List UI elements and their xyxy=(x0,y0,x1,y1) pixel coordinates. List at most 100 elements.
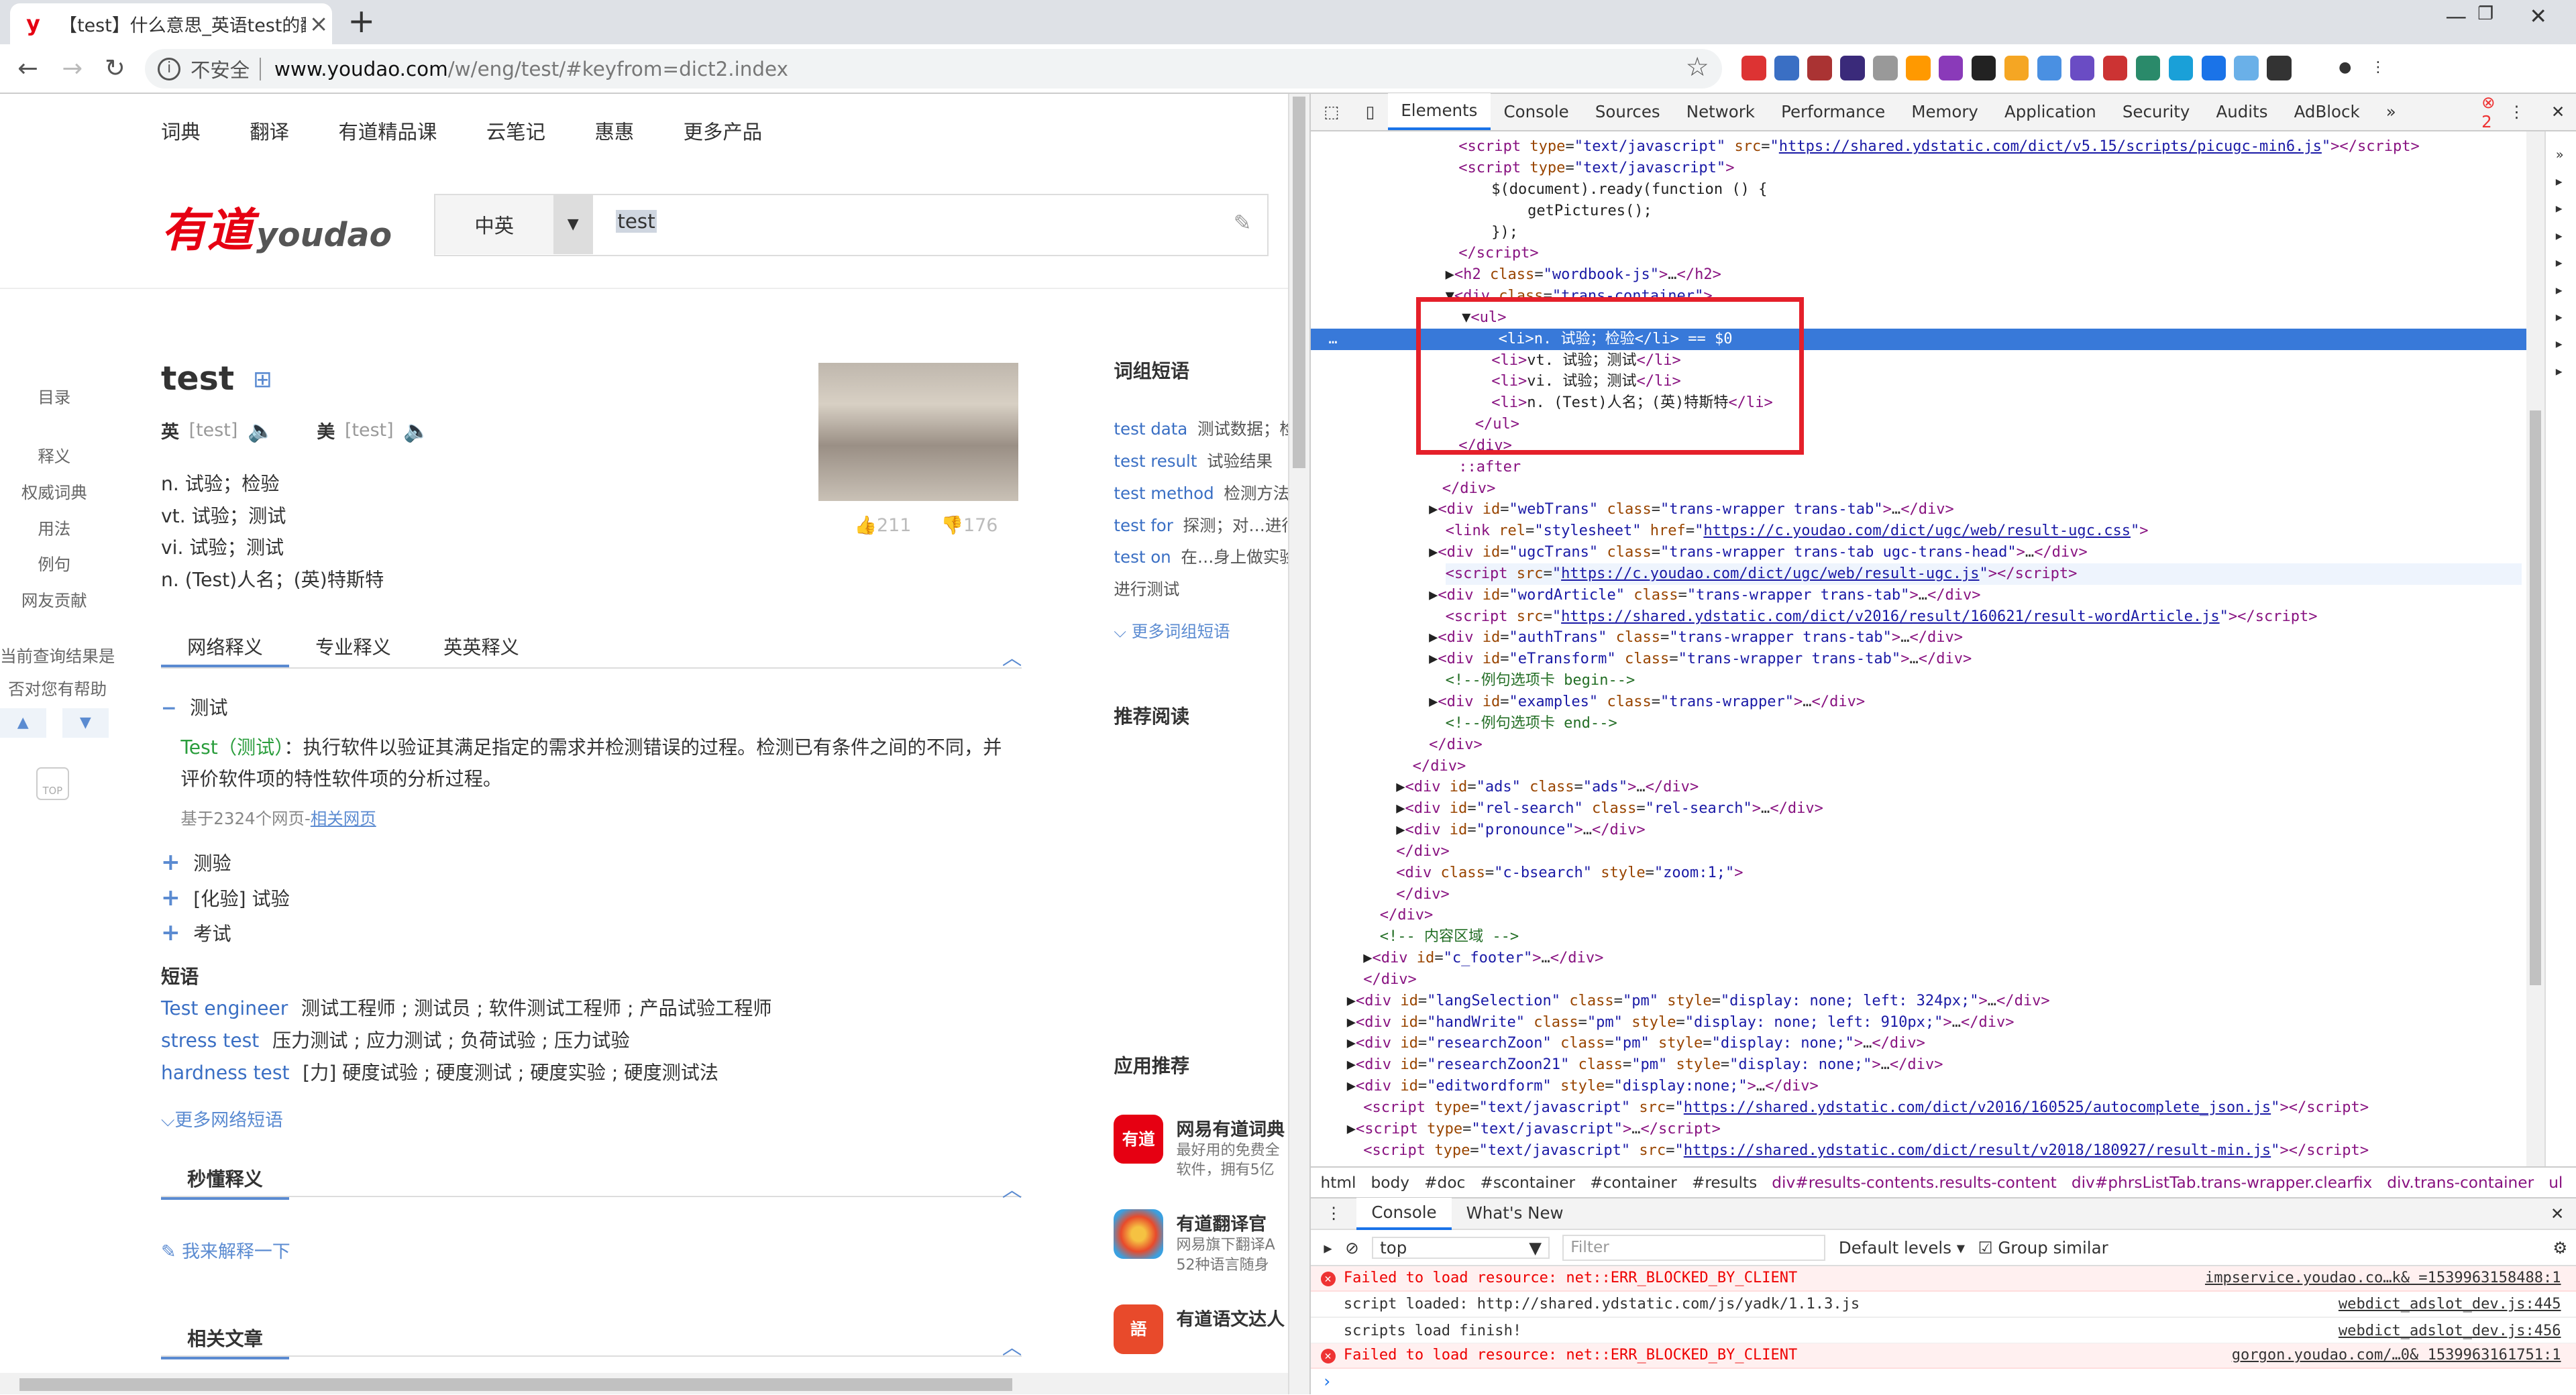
dom-node[interactable]: <script type="text/javascript" src="http… xyxy=(1363,1140,2369,1162)
console-log[interactable]: script loaded: http://shared.ydstatic.co… xyxy=(1310,1292,2576,1319)
elements-scrollbar[interactable] xyxy=(2526,131,2545,1166)
new-tab-button[interactable]: + xyxy=(341,5,381,41)
toc-item[interactable]: 释义 xyxy=(0,439,109,475)
handwrite-icon[interactable]: ✎ xyxy=(1234,210,1252,235)
restore-button[interactable]: ❐ xyxy=(2461,3,2510,36)
dom-node[interactable]: <script src="https://c.youdao.com/dict/u… xyxy=(1445,563,2522,585)
group-similar-checkbox[interactable]: ☑ Group similar xyxy=(1978,1238,2108,1258)
devtools-menu-icon[interactable]: ⋮ xyxy=(2496,93,2538,131)
drawer-tab-console[interactable]: Console xyxy=(1356,1197,1452,1230)
dom-text[interactable]: getPictures(); xyxy=(1527,201,1652,222)
back-icon[interactable]: ← xyxy=(11,52,44,85)
extension-icon[interactable] xyxy=(2234,56,2259,80)
close-tab-icon[interactable]: × xyxy=(306,11,332,38)
profile-avatar[interactable]: ● xyxy=(2332,56,2358,80)
dom-node[interactable]: ▶<div id="webTrans" class="trans-wrapper… xyxy=(1429,499,1954,520)
scroll-thumb[interactable] xyxy=(1292,97,1306,468)
thumbs-down-button[interactable]: ▼ xyxy=(62,708,109,738)
section-title[interactable]: 相关文章 xyxy=(161,1327,289,1359)
breadcrumb-item[interactable]: #results xyxy=(1692,1174,1757,1192)
dom-node[interactable]: <script type="text/javascript" src="http… xyxy=(1458,136,2420,158)
phrase-link[interactable]: stress test xyxy=(161,1029,259,1052)
tab-network[interactable]: Network xyxy=(1673,93,1768,131)
breadcrumb-item[interactable]: div.trans-container xyxy=(2387,1174,2534,1192)
dom-node[interactable]: </div> xyxy=(1396,884,1450,905)
context-select[interactable]: top ▼ xyxy=(1372,1236,1550,1259)
dom-node[interactable]: ::after xyxy=(1458,457,1521,478)
dom-node[interactable]: ▶<div id="editwordform" style="display:n… xyxy=(1347,1076,1819,1097)
extension-icon[interactable] xyxy=(2168,56,2194,80)
more-tabs-icon[interactable]: » xyxy=(2373,93,2409,131)
dom-node[interactable]: ▶<div id="researchZoon" class="pm" style… xyxy=(1347,1033,1925,1054)
breadcrumb-item[interactable]: #doc xyxy=(1424,1174,1465,1192)
tab-en[interactable]: 英英释义 xyxy=(417,632,545,667)
console-source[interactable]: webdict_adslot_dev.js:456 xyxy=(2339,1319,2561,1344)
dom-text[interactable]: $(document).ready(function () { xyxy=(1491,179,1767,201)
list-item[interactable]: + [化验] 试验 xyxy=(161,881,290,916)
tab-memory[interactable]: Memory xyxy=(1898,93,1992,131)
breadcrumb-item[interactable]: ul xyxy=(2548,1174,2563,1192)
search-input[interactable]: test xyxy=(615,209,657,233)
nav-item[interactable]: 云笔记 xyxy=(486,117,545,145)
dom-node[interactable]: </div> xyxy=(1429,734,1483,756)
back-to-top-button[interactable]: TOP xyxy=(36,767,69,800)
language-select[interactable]: 中英 ▼ xyxy=(435,194,593,255)
tab-pro[interactable]: 专业释义 xyxy=(289,632,417,667)
thumbs-up-button[interactable]: ▲ xyxy=(0,708,46,738)
dom-node[interactable]: </div> xyxy=(1396,841,1450,862)
extension-icon[interactable] xyxy=(2037,56,2062,80)
tab-security[interactable]: Security xyxy=(2109,93,2203,131)
toc-item[interactable]: 例句 xyxy=(0,547,109,583)
clear-console-icon[interactable]: ⊘ xyxy=(1345,1238,1359,1258)
drawer-tab-whatsnew[interactable]: What's New xyxy=(1452,1197,1578,1230)
extension-icon[interactable] xyxy=(1807,56,1832,80)
phrase-link[interactable]: test for xyxy=(1114,516,1173,535)
console-source[interactable]: gorgon.youdao.com/…0& 1539963161751:1 xyxy=(2232,1343,2561,1368)
info-icon[interactable]: i xyxy=(158,57,181,80)
dom-node[interactable]: </script> xyxy=(1458,243,1538,264)
dom-comment[interactable]: <!-- 内容区域 --> xyxy=(1380,926,1519,948)
sidebar-toggle-icon[interactable]: ▸ xyxy=(1324,1238,1332,1258)
breadcrumb-item[interactable]: div#results-contents.results-content xyxy=(1772,1174,2057,1192)
dom-node[interactable]: <script src="https://shared.ydstatic.com… xyxy=(1446,606,2318,628)
extension-icon[interactable] xyxy=(2201,56,2226,80)
levels-select[interactable]: Default levels ▾ xyxy=(1839,1238,1965,1258)
nav-item[interactable]: 更多产品 xyxy=(684,117,763,145)
phrase-link[interactable]: test result xyxy=(1114,451,1197,471)
dom-node[interactable]: ▶<div id="eTransform" class="trans-wrapp… xyxy=(1429,649,1972,670)
menu-icon[interactable]: ⋮ xyxy=(2365,56,2391,80)
breadcrumb-item[interactable]: body xyxy=(1371,1174,1410,1192)
extension-icon[interactable] xyxy=(1839,56,1865,80)
dom-node[interactable]: </div> xyxy=(1380,905,1434,926)
add-wordbook-icon[interactable]: ⊞ xyxy=(253,366,272,393)
more-phrases-link[interactable]: ⌵更多网络短语 xyxy=(161,1105,283,1131)
app-item[interactable]: 有道翻译官 网易旗下翻译A 52种语言随身 xyxy=(1114,1209,1288,1275)
youdao-logo[interactable]: 有道 youdao xyxy=(161,192,392,258)
dom-node[interactable]: ▶<div id="rel-search" class="rel-search"… xyxy=(1396,798,1823,820)
app-item[interactable]: 有道 网易有道词典 最好用的免费全 软件，拥有5亿 xyxy=(1114,1114,1288,1180)
tab-performance[interactable]: Performance xyxy=(1768,93,1898,131)
dom-node[interactable]: <link rel="stylesheet" href="https://c.y… xyxy=(1446,520,2149,542)
phrase-link[interactable]: test method xyxy=(1114,484,1214,503)
dom-node[interactable]: ▶<div id="researchZoon21" class="pm" sty… xyxy=(1347,1054,1943,1076)
device-toggle-icon[interactable]: ▯ xyxy=(1352,93,1388,131)
phrase-link[interactable]: test data xyxy=(1114,419,1187,439)
extension-icon[interactable] xyxy=(2070,56,2095,80)
devtools-close-icon[interactable]: ✕ xyxy=(2538,93,2576,131)
bookmark-star-icon[interactable]: ☆ xyxy=(1686,52,1709,82)
dom-node[interactable]: </div> xyxy=(1363,969,1417,991)
dom-node[interactable]: ▶<div id="ads" class="ads">…</div> xyxy=(1396,777,1699,798)
dropdown-arrow-icon[interactable]: ▼ xyxy=(553,194,593,255)
phrase-link[interactable]: hardness test xyxy=(161,1062,290,1084)
dom-node[interactable]: ▶<div id="c_footer">…</div> xyxy=(1363,948,1603,969)
page-scrollbar[interactable] xyxy=(1288,93,1309,1395)
collapse-icon[interactable]: ︿ xyxy=(1002,643,1022,671)
reload-icon[interactable]: ↻ xyxy=(99,52,131,85)
browser-tab[interactable]: y 【test】什么意思_英语test的翻译_音标_读音_用法_例句_在线翻译_… xyxy=(9,3,332,45)
word-image[interactable] xyxy=(818,363,1019,501)
nav-item[interactable]: 惠惠 xyxy=(594,117,634,145)
drawer-menu-icon[interactable]: ⋮ xyxy=(1311,1197,1357,1230)
extension-icon[interactable] xyxy=(1741,56,1766,80)
dom-node[interactable]: ▶<div id="examples" class="trans-wrapper… xyxy=(1429,691,1865,713)
tab-elements[interactable]: Elements xyxy=(1387,93,1491,131)
